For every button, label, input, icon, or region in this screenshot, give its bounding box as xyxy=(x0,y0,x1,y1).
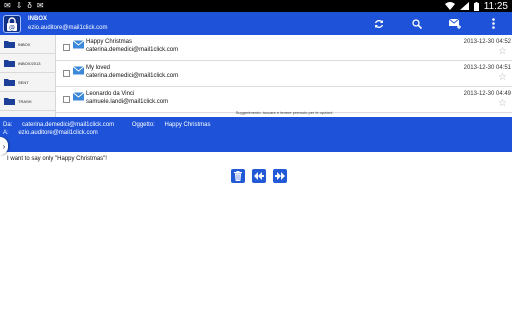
message-sender: samuele.landi@mail1click.com xyxy=(86,99,169,105)
folder-icon xyxy=(4,41,15,48)
message-subject: My loved xyxy=(86,65,111,71)
account-email: ezio.auditore@mail1click.com xyxy=(28,24,108,31)
message-preview-header: Da: caterina.demedici@mail1click.com Ogg… xyxy=(0,117,512,152)
reply-all-icon xyxy=(254,172,264,180)
folder-item-trash[interactable]: TRASH xyxy=(0,93,55,111)
folder-label: INBOX/2013 xyxy=(18,61,41,66)
message-subject: Leonardo da Vinci xyxy=(86,91,135,97)
folder-item-inbox-2013[interactable]: INBOX/2013 xyxy=(0,55,55,73)
search-button[interactable] xyxy=(398,12,436,35)
message-list: Happy Christmas caterina.demedici@mail1c… xyxy=(56,35,512,117)
folder-icon xyxy=(4,98,15,105)
folder-list: INBOX INBOX/2013 SENT TRASH xyxy=(0,35,56,117)
notification-icon: ✉ xyxy=(4,1,11,10)
compose-mail-icon xyxy=(448,18,461,29)
forward-icon xyxy=(275,172,285,180)
select-checkbox[interactable] xyxy=(63,96,70,103)
trash-icon xyxy=(234,171,242,181)
to-row: A: ezio.auditore@mail1click.com xyxy=(3,130,106,136)
refresh-button[interactable] xyxy=(360,12,398,35)
folder-item-inbox[interactable]: INBOX xyxy=(0,36,55,54)
notification-icon: ✉ xyxy=(36,1,44,10)
folder-item-sent[interactable]: SENT xyxy=(0,74,55,92)
message-body: I want to say only "Happy Christmas"! xyxy=(7,156,107,162)
list-hint: Suggerimento: toccare e tenere premuto p… xyxy=(235,110,333,115)
star-icon[interactable]: ☆ xyxy=(498,73,507,83)
subject-label: Oggetto: xyxy=(131,122,155,128)
overflow-menu-button[interactable] xyxy=(474,12,512,35)
folder-label: INBOX xyxy=(18,42,31,47)
chevron-right-icon: › xyxy=(2,141,6,151)
message-subject: Happy Christmas xyxy=(86,39,133,45)
folder-label: SENT xyxy=(18,80,29,85)
compose-button[interactable] xyxy=(436,12,474,35)
message-row[interactable]: Happy Christmas caterina.demedici@mail1c… xyxy=(56,35,512,61)
subject-row: Oggetto: Happy Christmas xyxy=(132,122,219,128)
screen: ✉ ⇩ δ ✉ 11:25 @ INBOX ezio.auditore@mail… xyxy=(0,0,512,320)
battery-icon xyxy=(473,1,479,11)
refresh-icon xyxy=(374,19,384,28)
folder-icon xyxy=(4,60,15,67)
star-icon[interactable]: ☆ xyxy=(498,99,507,109)
select-checkbox[interactable] xyxy=(63,44,70,51)
message-row[interactable]: My loved caterina.demedici@mail1click.co… xyxy=(56,61,512,87)
message-sender: caterina.demedici@mail1click.com xyxy=(86,73,179,79)
folder-icon xyxy=(4,79,15,86)
from-label: Da: xyxy=(3,122,13,128)
envelope-icon xyxy=(73,40,84,49)
folder-title: INBOX xyxy=(28,15,48,22)
from-address: caterina.demedici@mail1click.com xyxy=(22,122,115,128)
message-sender: caterina.demedici@mail1click.com xyxy=(86,47,179,53)
envelope-icon xyxy=(73,92,84,101)
star-icon[interactable]: ☆ xyxy=(498,47,507,57)
message-date: 2013-12-30 04:51 xyxy=(463,65,511,71)
reply-all-button[interactable] xyxy=(252,169,266,183)
search-icon xyxy=(412,18,422,29)
more-vert-icon xyxy=(491,18,495,29)
status-bar: ✉ ⇩ δ ✉ 11:25 xyxy=(0,0,512,12)
notification-icon: δ xyxy=(27,1,32,10)
select-checkbox[interactable] xyxy=(63,70,70,77)
message-date: 2013-12-30 04:52 xyxy=(463,39,511,45)
to-label: A: xyxy=(3,130,9,136)
folder-label: TRASH xyxy=(18,99,32,104)
svg-text:@: @ xyxy=(9,24,15,31)
forward-button[interactable] xyxy=(273,169,287,183)
notification-icon: ⇩ xyxy=(15,1,23,10)
clock: 11:25 xyxy=(483,0,508,12)
app-bar: @ INBOX ezio.auditore@mail1click.com xyxy=(0,12,512,35)
signal-icon xyxy=(459,2,469,10)
app-logo-icon: @ xyxy=(3,14,21,33)
message-actions xyxy=(231,169,287,183)
delete-button[interactable] xyxy=(231,169,245,183)
message-date: 2013-12-30 04:49 xyxy=(463,91,511,97)
from-row: Da: caterina.demedici@mail1click.com xyxy=(3,122,122,128)
notification-icons: ✉ ⇩ δ ✉ xyxy=(4,2,44,10)
to-address: ezio.auditore@mail1click.com xyxy=(18,130,98,136)
wifi-icon xyxy=(444,2,455,10)
envelope-icon xyxy=(73,66,84,75)
preview-subject: Happy Christmas xyxy=(164,122,211,128)
